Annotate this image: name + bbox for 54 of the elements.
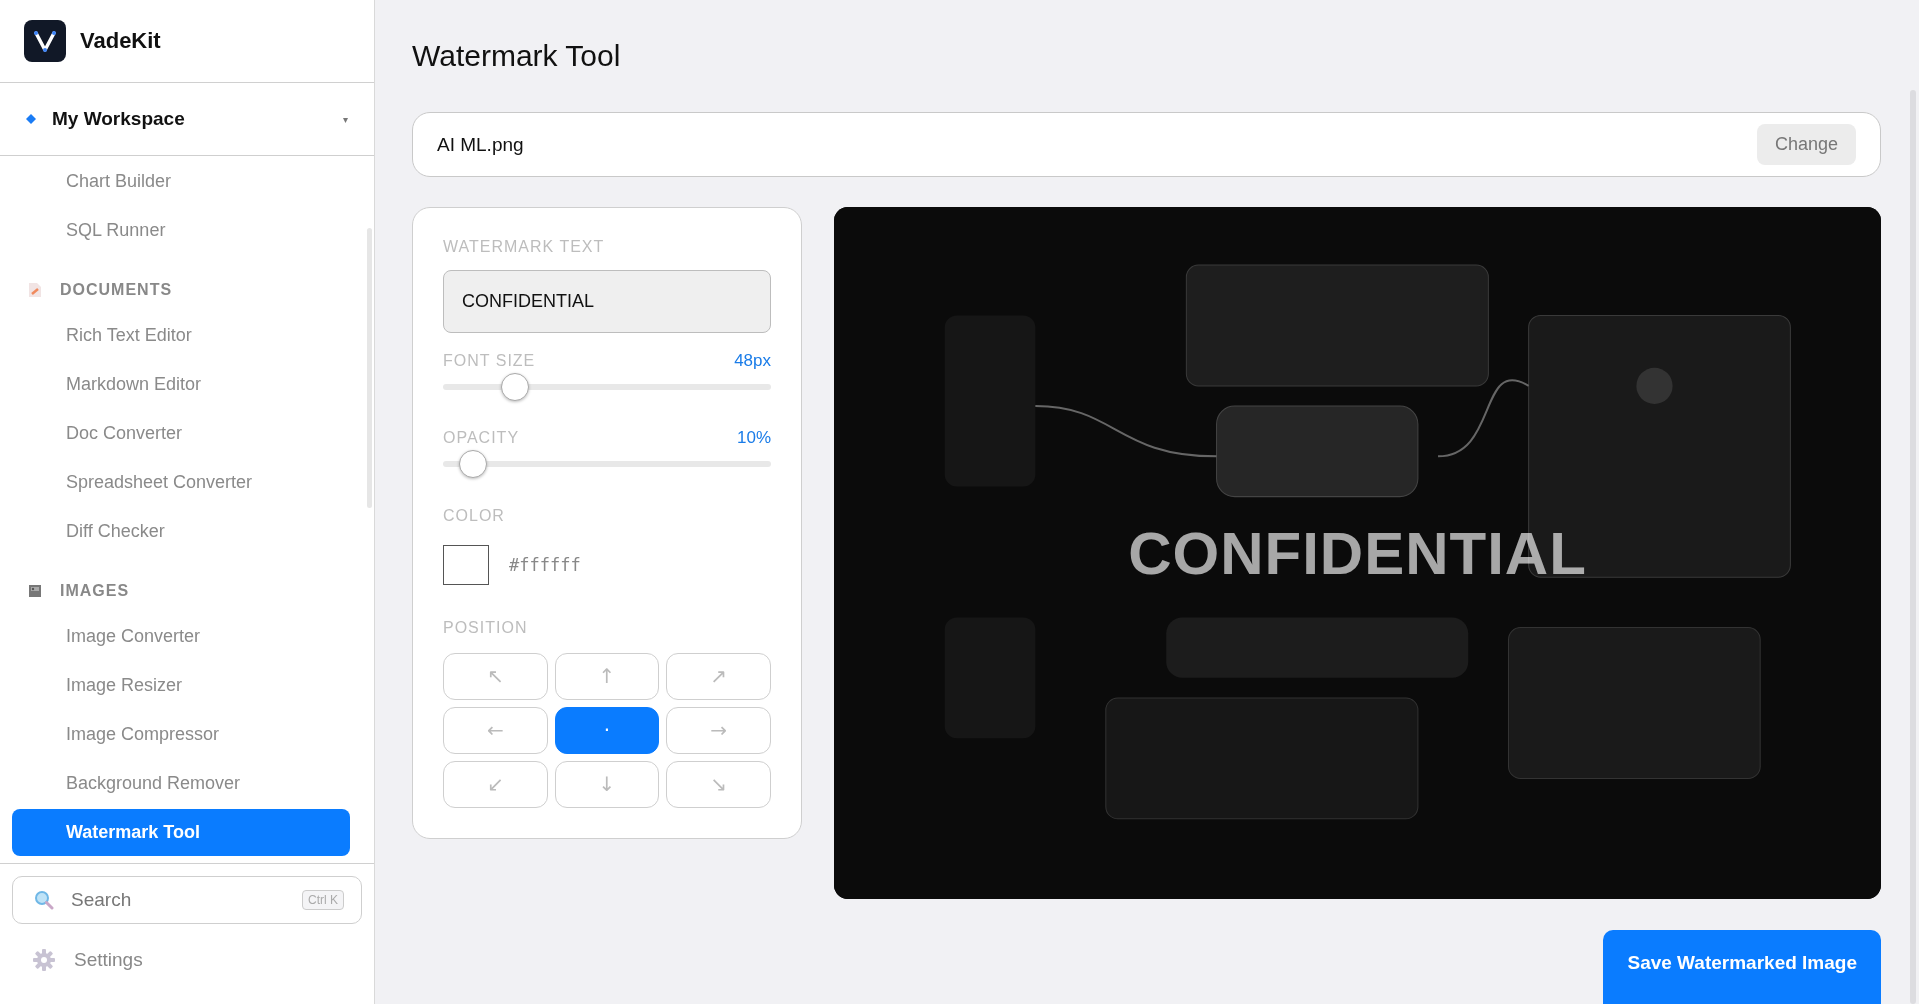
- nav-item[interactable]: Spreadsheet Converter: [12, 459, 350, 506]
- field-label: POSITION: [443, 619, 529, 637]
- color-value: #ffffff: [509, 555, 581, 575]
- slider-value: 10%: [736, 428, 771, 449]
- file-name: AI ML.png: [437, 133, 524, 156]
- search-icon: [34, 890, 54, 910]
- slider-value: 48px: [734, 351, 771, 372]
- shortcut-hint: Ctrl K: [302, 890, 344, 910]
- position-button[interactable]: ·: [554, 707, 660, 754]
- position-button[interactable]: ←: [443, 707, 548, 754]
- nav-item[interactable]: Image Converter: [12, 613, 350, 660]
- group-heading: IMAGES: [60, 582, 130, 600]
- gear-icon: [32, 948, 56, 972]
- workspace-name[interactable]: My Workspace: [52, 108, 327, 130]
- position-button[interactable]: ↖: [443, 653, 548, 700]
- page-title: Watermark Tool: [412, 38, 622, 74]
- slider-thumb[interactable]: [501, 373, 530, 402]
- nav-item[interactable]: Image Resizer: [12, 662, 350, 709]
- group-heading: DOCUMENTS: [60, 281, 173, 299]
- position-button[interactable]: ↑: [554, 653, 660, 700]
- document-icon: [28, 282, 42, 298]
- save-button[interactable]: Save Watermarked Image: [1603, 930, 1881, 1004]
- caret-icon[interactable]: ▾: [343, 113, 348, 125]
- watermark-text: CONFIDENTIAL: [1128, 518, 1587, 588]
- logo-icon: [24, 20, 66, 62]
- color-swatch[interactable]: [443, 545, 489, 585]
- settings-link[interactable]: Settings: [74, 949, 143, 971]
- position-button[interactable]: ↘: [666, 761, 771, 808]
- nav-item[interactable]: Doc Converter: [12, 410, 350, 457]
- position-button[interactable]: →: [666, 707, 771, 754]
- field-label: COLOR: [443, 507, 506, 525]
- nav-item[interactable]: Image Compressor: [12, 711, 350, 758]
- slider-thumb[interactable]: [458, 450, 487, 479]
- nav-item[interactable]: Markdown Editor: [12, 361, 350, 408]
- nav-item[interactable]: Chart Builder: [12, 158, 350, 205]
- nav-item[interactable]: Diff Checker: [12, 508, 350, 555]
- nav-item[interactable]: SQL Runner: [12, 207, 350, 254]
- scrollbar[interactable]: [367, 228, 372, 508]
- watermark-text-field[interactable]: CONFIDENTIAL: [443, 270, 771, 334]
- slider-track[interactable]: [443, 450, 771, 477]
- nav-item[interactable]: Background Remover: [12, 760, 350, 807]
- position-button[interactable]: ↙: [443, 761, 548, 808]
- position-button[interactable]: ↓: [554, 761, 660, 808]
- field-label: WATERMARK TEXT: [443, 238, 606, 256]
- nav-item[interactable]: Watermark Tool: [12, 809, 350, 856]
- nav-item[interactable]: Rich Text Editor: [12, 312, 350, 359]
- brand-name: VadeKit: [80, 28, 161, 54]
- diamond-icon: [26, 114, 36, 124]
- slider-label: FONT SIZE: [443, 352, 536, 371]
- position-button[interactable]: ↗: [666, 653, 771, 700]
- slider-label: OPACITY: [443, 429, 520, 448]
- slider-track[interactable]: [443, 373, 771, 401]
- image-icon: [28, 584, 42, 598]
- change-button[interactable]: Change: [1756, 124, 1856, 165]
